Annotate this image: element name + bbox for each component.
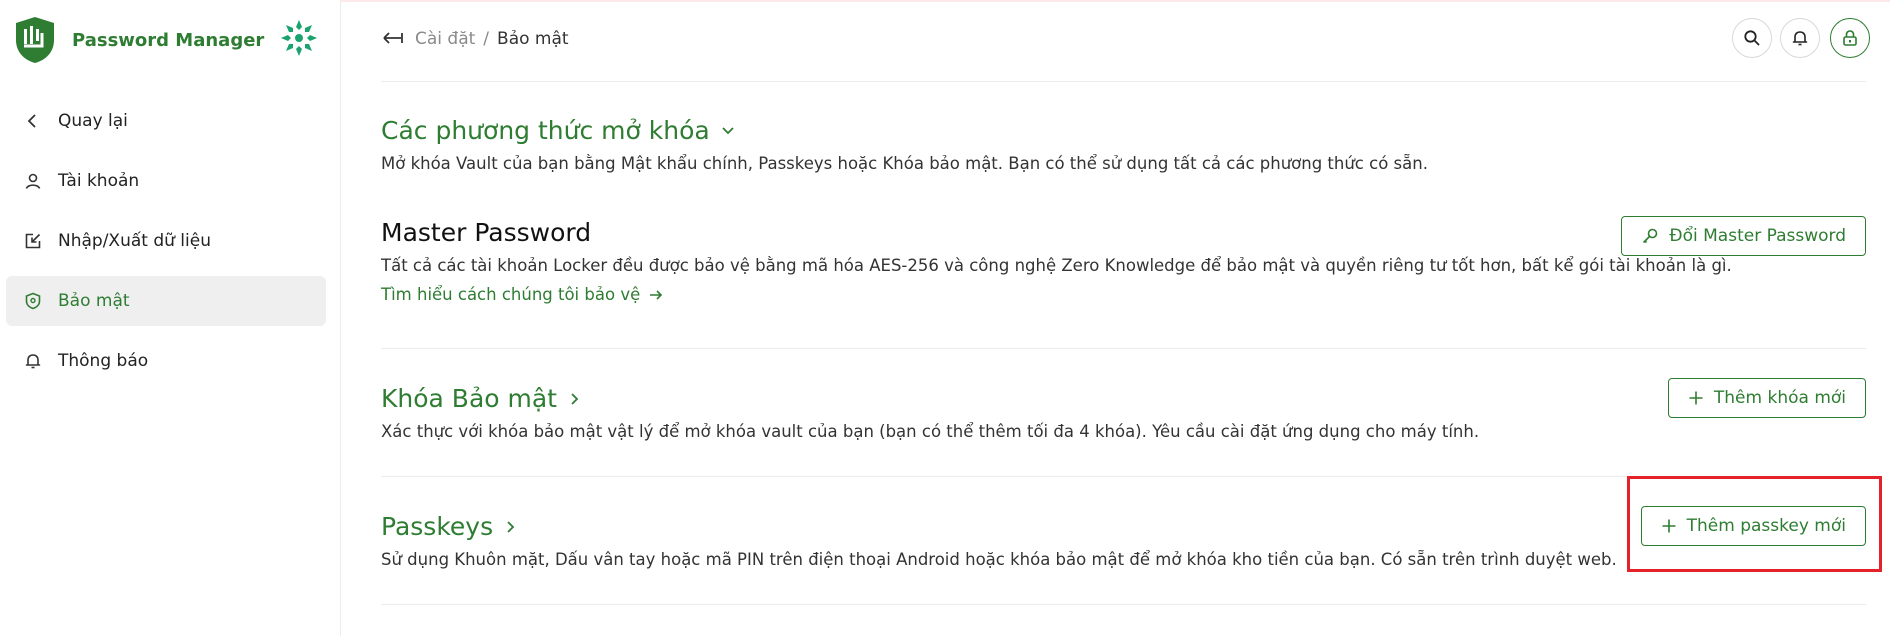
section-passkeys: Passkeys Sử dụng Khuôn mặt, Dấu vân tay …: [381, 512, 1617, 571]
chevron-down-icon: [720, 123, 736, 139]
unlock-methods-description: Mở khóa Vault của bạn bằng Mật khẩu chín…: [381, 154, 1428, 173]
search-button[interactable]: [1732, 18, 1772, 58]
unlock-methods-toggle[interactable]: Các phương thức mở khóa: [381, 116, 1428, 145]
divider: [381, 476, 1866, 477]
section-unlock-methods: Các phương thức mở khóa Mở khóa Vault củ…: [381, 116, 1428, 175]
add-passkey-label: Thêm passkey mới: [1686, 516, 1846, 536]
arrow-right-icon: [650, 289, 663, 300]
change-master-password-label: Đổi Master Password: [1669, 226, 1846, 246]
breadcrumb-security: Bảo mật: [497, 29, 569, 49]
plus-icon: [1661, 518, 1677, 534]
sidebar-item-label: Thông báo: [58, 351, 149, 371]
breadcrumb: Cài đặt / Bảo mật: [415, 29, 569, 49]
sidebar: Password Manager Quay lại Tài khoản Nhập…: [0, 0, 341, 636]
passkeys-description: Sử dụng Khuôn mặt, Dấu vân tay hoặc mã P…: [381, 550, 1617, 569]
add-passkey-button[interactable]: Thêm passkey mới: [1640, 506, 1866, 546]
lock-icon: [1843, 30, 1857, 46]
sidebar-item-label: Quay lại: [58, 111, 128, 131]
passkeys-title: Passkeys: [381, 512, 494, 541]
security-key-title: Khóa Bảo mật: [381, 384, 557, 413]
key-icon: [1641, 227, 1659, 245]
security-key-toggle[interactable]: Khóa Bảo mật: [381, 384, 1479, 413]
chevron-right-icon: [567, 391, 583, 407]
app-name: Password Manager: [72, 30, 265, 51]
plus-icon: [1688, 390, 1704, 406]
import-export-icon: [22, 230, 44, 252]
chevron-left-icon: [22, 110, 44, 132]
brand-shield-logo: [16, 17, 54, 63]
change-master-password-button[interactable]: Đổi Master Password: [1621, 216, 1866, 256]
sidebar-nav: Quay lại Tài khoản Nhập/Xuất dữ liệu Bảo…: [6, 96, 326, 396]
sidebar-item-label: Nhập/Xuất dữ liệu: [58, 231, 211, 251]
page-header: Cài đặt / Bảo mật: [381, 0, 1870, 82]
sidebar-item-notifications[interactable]: Thông báo: [6, 336, 326, 386]
section-master-password: Master Password Tất cả các tài khoản Loc…: [381, 218, 1732, 305]
sidebar-item-import-export[interactable]: Nhập/Xuất dữ liệu: [6, 216, 326, 266]
lock-vault-button[interactable]: [1830, 18, 1870, 58]
passkeys-toggle[interactable]: Passkeys: [381, 512, 1617, 541]
section-security-key: Khóa Bảo mật Xác thực với khóa bảo mật v…: [381, 384, 1479, 443]
notifications-button[interactable]: [1780, 18, 1820, 58]
shield-icon: [22, 290, 44, 312]
bell-icon: [22, 350, 44, 372]
breadcrumb-settings[interactable]: Cài đặt: [415, 29, 475, 49]
add-security-key-button[interactable]: Thêm khóa mới: [1667, 378, 1866, 418]
learn-protection-link-label: Tìm hiểu cách chúng tôi bảo vệ: [381, 285, 641, 304]
unlock-methods-title: Các phương thức mở khóa: [381, 116, 710, 145]
sparkle-logo-icon[interactable]: [279, 18, 319, 58]
sidebar-item-label: Tài khoản: [58, 171, 140, 191]
sidebar-item-label: Bảo mật: [58, 291, 130, 311]
brand: Password Manager: [14, 14, 324, 64]
back-arrow-icon[interactable]: [381, 26, 405, 50]
divider: [381, 604, 1866, 605]
sidebar-item-account[interactable]: Tài khoản: [6, 156, 326, 206]
divider: [381, 348, 1866, 349]
search-icon: [1744, 30, 1760, 46]
user-icon: [22, 170, 44, 192]
bell-icon: [1792, 31, 1808, 46]
add-security-key-label: Thêm khóa mới: [1713, 388, 1846, 408]
learn-protection-link[interactable]: Tìm hiểu cách chúng tôi bảo vệ: [381, 285, 664, 304]
master-password-title: Master Password: [381, 218, 592, 247]
chevron-right-icon: [503, 519, 519, 535]
sidebar-item-back[interactable]: Quay lại: [6, 96, 326, 146]
security-key-description: Xác thực với khóa bảo mật vật lý để mở k…: [381, 422, 1480, 441]
breadcrumb-separator: /: [483, 29, 490, 49]
master-password-description: Tất cả các tài khoản Locker đều được bảo…: [381, 256, 1732, 275]
sidebar-item-security[interactable]: Bảo mật: [6, 276, 326, 326]
